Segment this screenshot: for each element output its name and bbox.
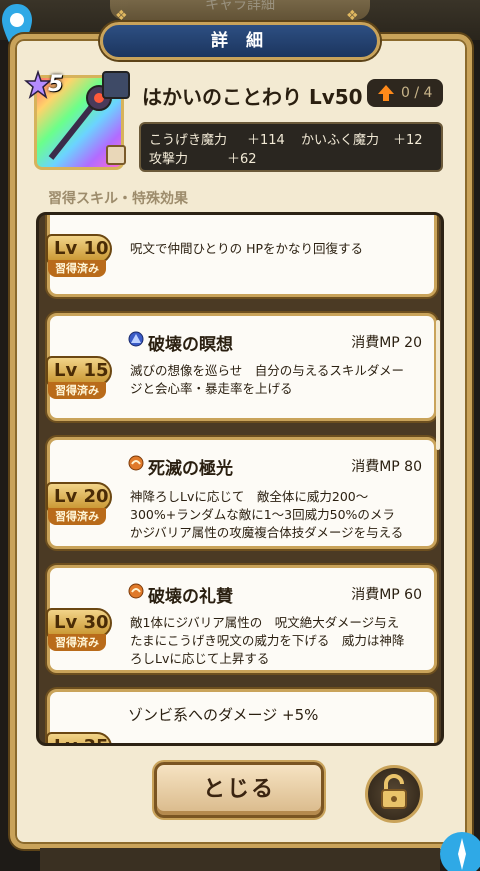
rarity-number: 5 bbox=[48, 72, 64, 97]
character-thumbnail-icon bbox=[102, 71, 130, 99]
skill-name: 破壊の瞑想 bbox=[148, 335, 233, 355]
panel-title: 詳 細 bbox=[211, 31, 269, 51]
upgrade-counter[interactable]: 0 / 4 bbox=[367, 79, 443, 107]
skill-description: ジと会心率・暴走率を上げる bbox=[130, 381, 293, 396]
upgrade-count: 0 / 4 bbox=[401, 85, 433, 101]
skill-description: かジバリア属性の攻魔複合体技ダメージを与える bbox=[130, 525, 404, 540]
lock-button[interactable] bbox=[365, 765, 423, 823]
spell-element-icon bbox=[128, 331, 144, 347]
skill-card: Lv 15 習得済み 破壊の瞑想 消費MP 20 滅びの想像を巡らせ 自分の与え… bbox=[46, 313, 437, 421]
compass-icon[interactable] bbox=[436, 828, 480, 871]
skill-description: ろしLvに応じて上昇する bbox=[130, 651, 270, 666]
level-badge: Lv 35 bbox=[46, 732, 112, 743]
level-label: Lv 35 bbox=[46, 732, 112, 743]
banner-left-ornament-icon: ❖ bbox=[115, 8, 128, 24]
physical-element-icon bbox=[128, 455, 144, 471]
close-button[interactable]: とじる bbox=[154, 762, 324, 818]
background-title: キャラ詳細 bbox=[110, 0, 370, 20]
mp-cost: 消費MP 20 bbox=[351, 335, 422, 351]
level-badge: Lv 30 習得済み bbox=[46, 608, 112, 658]
weapon-name: はかいのことわり Lv50 bbox=[142, 85, 363, 109]
mp-cost: 消費MP 80 bbox=[351, 459, 422, 475]
skill-description: 滅びの想像を巡らせ 自分の与えるスキルダメー bbox=[130, 363, 405, 378]
skill-list[interactable]: Lv 10 習得済み 呪文で仲間ひとりの HPをかなり回復する Lv 15 習得… bbox=[36, 212, 444, 746]
scrollbar[interactable] bbox=[436, 320, 440, 450]
unlock-icon bbox=[381, 774, 407, 809]
level-badge: Lv 15 習得済み bbox=[46, 356, 112, 406]
title-banner: 詳 細 bbox=[100, 22, 380, 60]
mp-cost: 消費MP 60 bbox=[351, 587, 422, 603]
level-badge: Lv 10 習得済み bbox=[46, 234, 112, 284]
skill-description: 敵1体にジバリア属性の 呪文絶大ダメージ与え bbox=[130, 615, 400, 630]
skill-description: 呪文で仲間ひとりの HPをかなり回復する bbox=[130, 241, 364, 256]
skill-card: Lv 30 習得済み 破壊の礼賛 消費MP 60 敵1体にジバリア属性の 呪文絶… bbox=[46, 565, 437, 673]
level-badge: Lv 20 習得済み bbox=[46, 482, 112, 532]
skill-description: ゾンビ系へのダメージ +5% bbox=[128, 706, 319, 724]
stat-magic-attack-label: こうげき魔力 bbox=[149, 133, 228, 148]
skill-description: 神降ろしLvに応じて 敵全体に威力200〜 bbox=[130, 489, 369, 504]
skill-name: 破壊の礼賛 bbox=[148, 587, 233, 607]
stat-attack-label: 攻撃力 bbox=[149, 152, 189, 167]
upgrade-arrow-icon bbox=[378, 85, 394, 101]
physical-element-icon bbox=[128, 583, 144, 599]
learned-label: 習得済み bbox=[48, 634, 106, 651]
skill-description: 300%+ランダムな敵に1〜3回威力50%のメラ bbox=[130, 507, 395, 522]
skill-description: たまにこうげき呪文の威力を下げる 威力は神降 bbox=[130, 633, 405, 648]
skill-card: Lv 10 習得済み 呪文で仲間ひとりの HPをかなり回復する bbox=[46, 215, 437, 297]
learned-label: 習得済み bbox=[48, 382, 106, 399]
banner-right-ornament-icon: ❖ bbox=[346, 8, 359, 24]
learned-label: 習得済み bbox=[48, 508, 106, 525]
stat-attack-value: ＋62 bbox=[227, 152, 257, 167]
section-label: 習得スキル・特殊効果 bbox=[48, 191, 188, 207]
skill-card: Lv 20 習得済み 死滅の極光 消費MP 80 神降ろしLvに応じて 敵全体に… bbox=[46, 437, 437, 549]
skill-name: 死滅の極光 bbox=[148, 459, 233, 479]
stat-heal-value: ＋12 bbox=[393, 133, 423, 148]
bottom-tab-bar bbox=[40, 848, 440, 871]
skill-card: ゾンビ系へのダメージ +5% Lv 35 bbox=[46, 689, 437, 743]
stats-box: こうげき魔力 ＋114 かいふく魔力 ＋12 攻撃力 ＋62 bbox=[139, 122, 443, 172]
weapon-type-icon bbox=[106, 145, 126, 165]
stat-heal-label: かいふく魔力 bbox=[301, 133, 380, 148]
stat-magic-attack-value: ＋114 bbox=[247, 133, 285, 148]
learned-label: 習得済み bbox=[48, 260, 106, 277]
